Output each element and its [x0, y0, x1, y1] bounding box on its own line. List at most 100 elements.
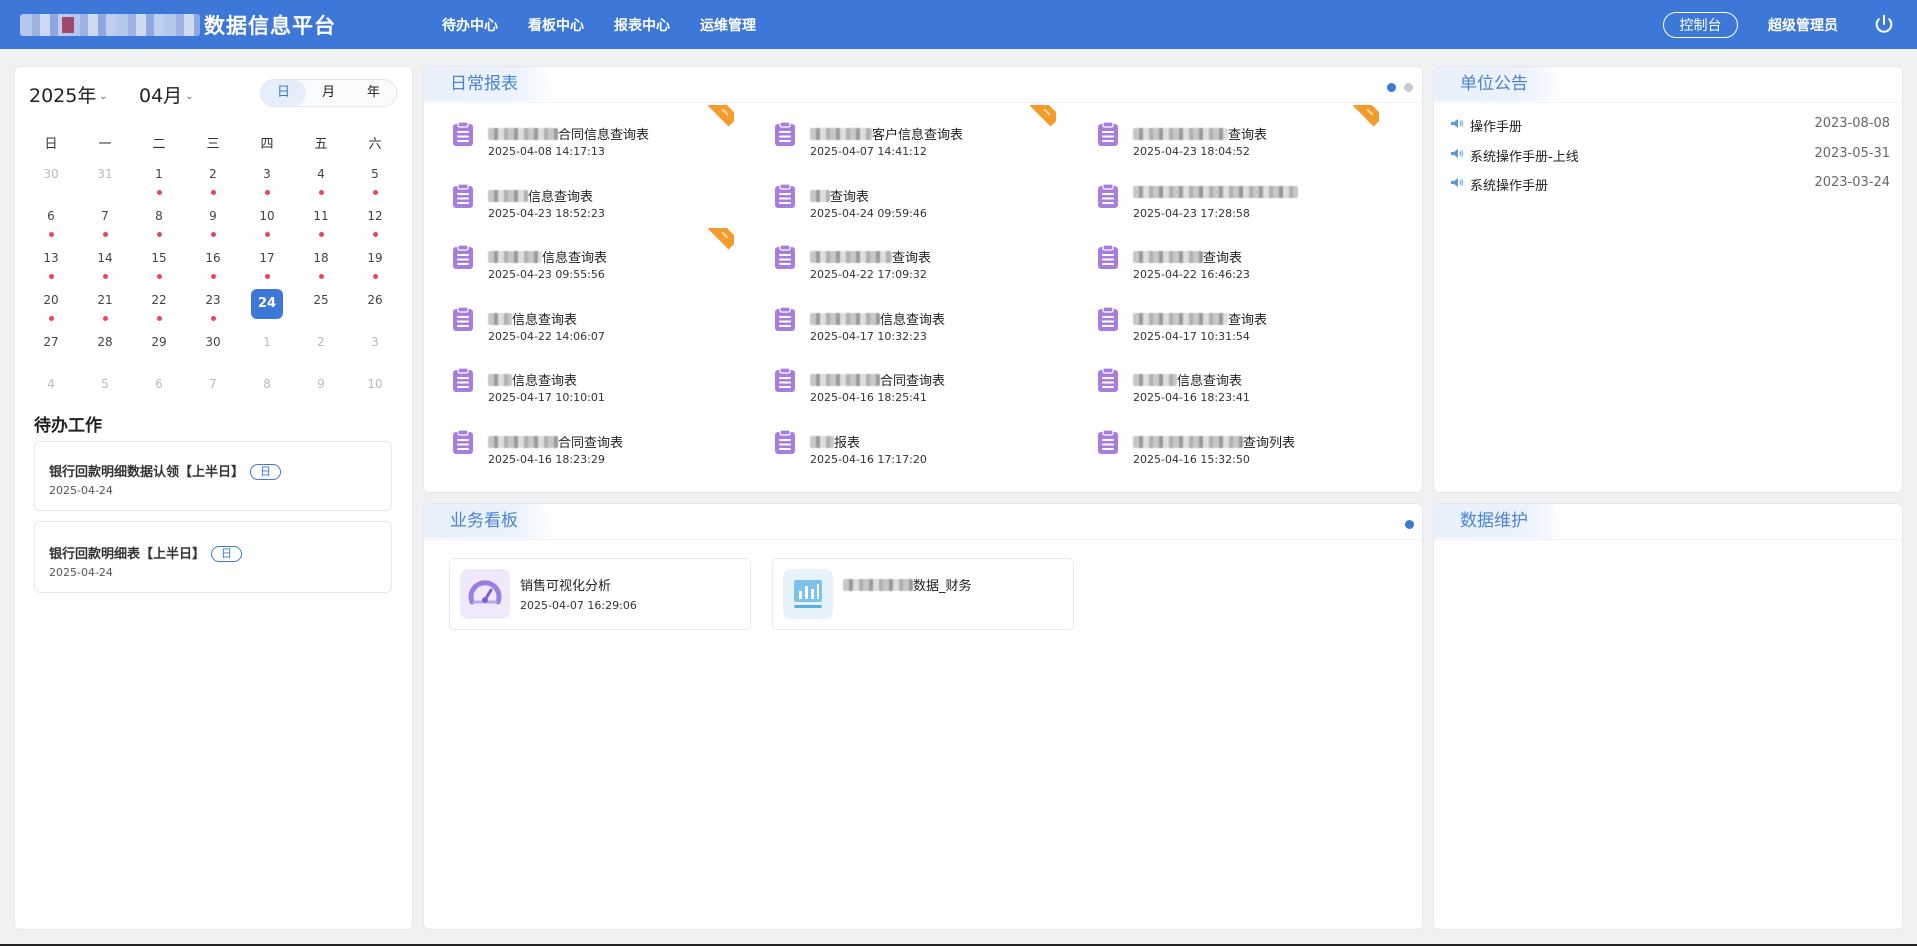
calendar-day[interactable]: 4 [294, 163, 348, 205]
announcement-item[interactable]: 操作手册 2023-08-08 [1450, 114, 1890, 135]
calendar-day[interactable]: 1 [132, 163, 186, 205]
carousel-dot-active[interactable] [1405, 520, 1414, 529]
report-item[interactable]: 信息查询表 2025-04-17 10:10:01 [424, 351, 734, 404]
calendar-day[interactable]: 8 [132, 205, 186, 247]
calendar-day[interactable]: 9 [186, 205, 240, 247]
calendar-day[interactable]: 8 [240, 373, 294, 415]
board-card[interactable]: 销售可视化分析 2025-04-07 16:29:06 [449, 558, 751, 630]
calendar-day[interactable]: 10 [240, 205, 294, 247]
calendar-day[interactable]: 22 [132, 289, 186, 331]
report-item[interactable]: 查询表 2025-04-22 17:09:32 [746, 228, 1056, 281]
view-month-button[interactable]: 月 [306, 80, 351, 106]
event-dot [211, 190, 216, 195]
todo-card[interactable]: 银行回款明细数据认领【上半日】日 2025-04-24 [34, 441, 392, 511]
calendar-day[interactable]: 30 [186, 331, 240, 373]
year-select[interactable]: 2025年 ⌄ [29, 81, 108, 108]
announcement-item[interactable]: 系统操作手册 2023-03-24 [1450, 173, 1890, 194]
calendar-day[interactable]: 7 [186, 373, 240, 415]
report-item[interactable]: 合同查询表 2025-04-16 18:23:29 [424, 413, 734, 466]
calendar-day[interactable]: 5 [78, 373, 132, 415]
day-number: 27 [43, 335, 59, 349]
calendar-day[interactable]: 3 [240, 163, 294, 205]
calendar-day[interactable]: 15 [132, 247, 186, 289]
calendar-day[interactable]: 7 [78, 205, 132, 247]
report-item[interactable]: 信息查询表 2025-04-16 18:23:41 [1069, 351, 1379, 404]
report-item[interactable]: 查询表 2025-04-22 16:46:23 [1069, 228, 1379, 281]
report-item[interactable]: 查询表 2025-04-17 10:31:54 [1069, 290, 1379, 343]
report-date: 2025-04-16 18:25:41 [810, 391, 927, 404]
calendar-day[interactable]: 13 [24, 247, 78, 289]
report-item[interactable]: 合同查询表 2025-04-16 18:25:41 [746, 351, 1056, 404]
calendar-day[interactable]: 25 [294, 289, 348, 331]
calendar-day[interactable]: 29 [132, 331, 186, 373]
nav-ops-management[interactable]: 运维管理 [700, 15, 756, 35]
calendar-day[interactable]: 4 [24, 373, 78, 415]
calendar-day[interactable]: 16 [186, 247, 240, 289]
day-number: 14 [97, 251, 113, 265]
calendar-day[interactable]: 2 [186, 163, 240, 205]
report-item[interactable]: 2025-04-23 17:28:58 [1069, 167, 1379, 220]
todo-card[interactable]: 银行回款明细表【上半日】日 2025-04-24 [34, 521, 392, 593]
brand-logo[interactable]: 数据信息平台 [20, 8, 336, 41]
announcement-title: 系统操作手册-上线 [1470, 149, 1579, 165]
speaker-icon [1451, 148, 1464, 158]
panel-title: 数据维护 [1434, 504, 1568, 538]
nav-report-center[interactable]: 报表中心 [614, 15, 670, 35]
event-dot [319, 190, 324, 195]
calendar-day[interactable]: 23 [186, 289, 240, 331]
nav-todo-center[interactable]: 待办中心 [442, 15, 498, 35]
view-year-button[interactable]: 年 [351, 80, 396, 106]
calendar-day[interactable]: 27 [24, 331, 78, 373]
report-item[interactable]: 信息查询表 2025-04-23 09:55:56 [424, 228, 734, 281]
carousel-dot-active[interactable] [1387, 83, 1396, 92]
calendar-day[interactable]: 19 [348, 247, 402, 289]
console-button[interactable]: 控制台 [1663, 12, 1738, 38]
calendar-day[interactable]: 30 [24, 163, 78, 205]
month-select[interactable]: 04月 ⌄ [139, 81, 194, 108]
calendar-day-today[interactable]: 24 [240, 289, 294, 331]
board-card[interactable]: 数据_财务 [772, 558, 1074, 630]
calendar-day[interactable]: 21 [78, 289, 132, 331]
report-item[interactable]: 客户信息查询表 2025-04-07 14:41:12 [746, 105, 1056, 158]
calendar-day[interactable]: 10 [348, 373, 402, 415]
calendar-day[interactable]: 17 [240, 247, 294, 289]
report-item[interactable]: 报表 2025-04-16 17:17:20 [746, 413, 1056, 466]
user-menu[interactable]: 超级管理员 [1768, 15, 1838, 35]
calendar-day[interactable]: 26 [348, 289, 402, 331]
calendar-day[interactable]: 12 [348, 205, 402, 247]
day-number: 6 [155, 377, 163, 391]
report-clipboard-icon [452, 367, 474, 393]
weekday-label: 四 [260, 137, 274, 152]
event-dot [319, 232, 324, 237]
calendar-day[interactable]: 11 [294, 205, 348, 247]
calendar-day[interactable]: 2 [294, 331, 348, 373]
panel-title: 日常报表 [424, 67, 558, 101]
report-item[interactable]: 合同信息查询表 2025-04-08 14:17:13 [424, 105, 734, 158]
view-day-button[interactable]: 日 [261, 80, 306, 106]
report-item[interactable]: 查询列表 2025-04-16 15:32:50 [1069, 413, 1379, 466]
calendar-day[interactable]: 1 [240, 331, 294, 373]
carousel-dot[interactable] [1404, 83, 1413, 92]
report-item[interactable]: 信息查询表 2025-04-22 14:06:07 [424, 290, 734, 343]
calendar-day[interactable]: 20 [24, 289, 78, 331]
report-item[interactable]: 查询表 2025-04-24 09:59:46 [746, 167, 1056, 220]
report-item[interactable]: 信息查询表 2025-04-23 18:52:23 [424, 167, 734, 220]
event-dot [265, 232, 270, 237]
power-icon[interactable] [1873, 13, 1895, 35]
calendar-day[interactable]: 6 [24, 205, 78, 247]
announcement-item[interactable]: 系统操作手册-上线 2023-05-31 [1450, 144, 1890, 165]
report-clipboard-icon [774, 121, 796, 147]
event-dot [157, 274, 162, 279]
calendar-day[interactable]: 9 [294, 373, 348, 415]
calendar-day[interactable]: 5 [348, 163, 402, 205]
event-dot [49, 316, 54, 321]
report-item[interactable]: 信息查询表 2025-04-17 10:32:23 [746, 290, 1056, 343]
calendar-day[interactable]: 31 [78, 163, 132, 205]
nav-board-center[interactable]: 看板中心 [528, 15, 584, 35]
calendar-day[interactable]: 14 [78, 247, 132, 289]
calendar-day[interactable]: 28 [78, 331, 132, 373]
calendar-day[interactable]: 6 [132, 373, 186, 415]
calendar-day[interactable]: 18 [294, 247, 348, 289]
calendar-day[interactable]: 3 [348, 331, 402, 373]
report-item[interactable]: 查询表 2025-04-23 18:04:52 [1069, 105, 1379, 158]
